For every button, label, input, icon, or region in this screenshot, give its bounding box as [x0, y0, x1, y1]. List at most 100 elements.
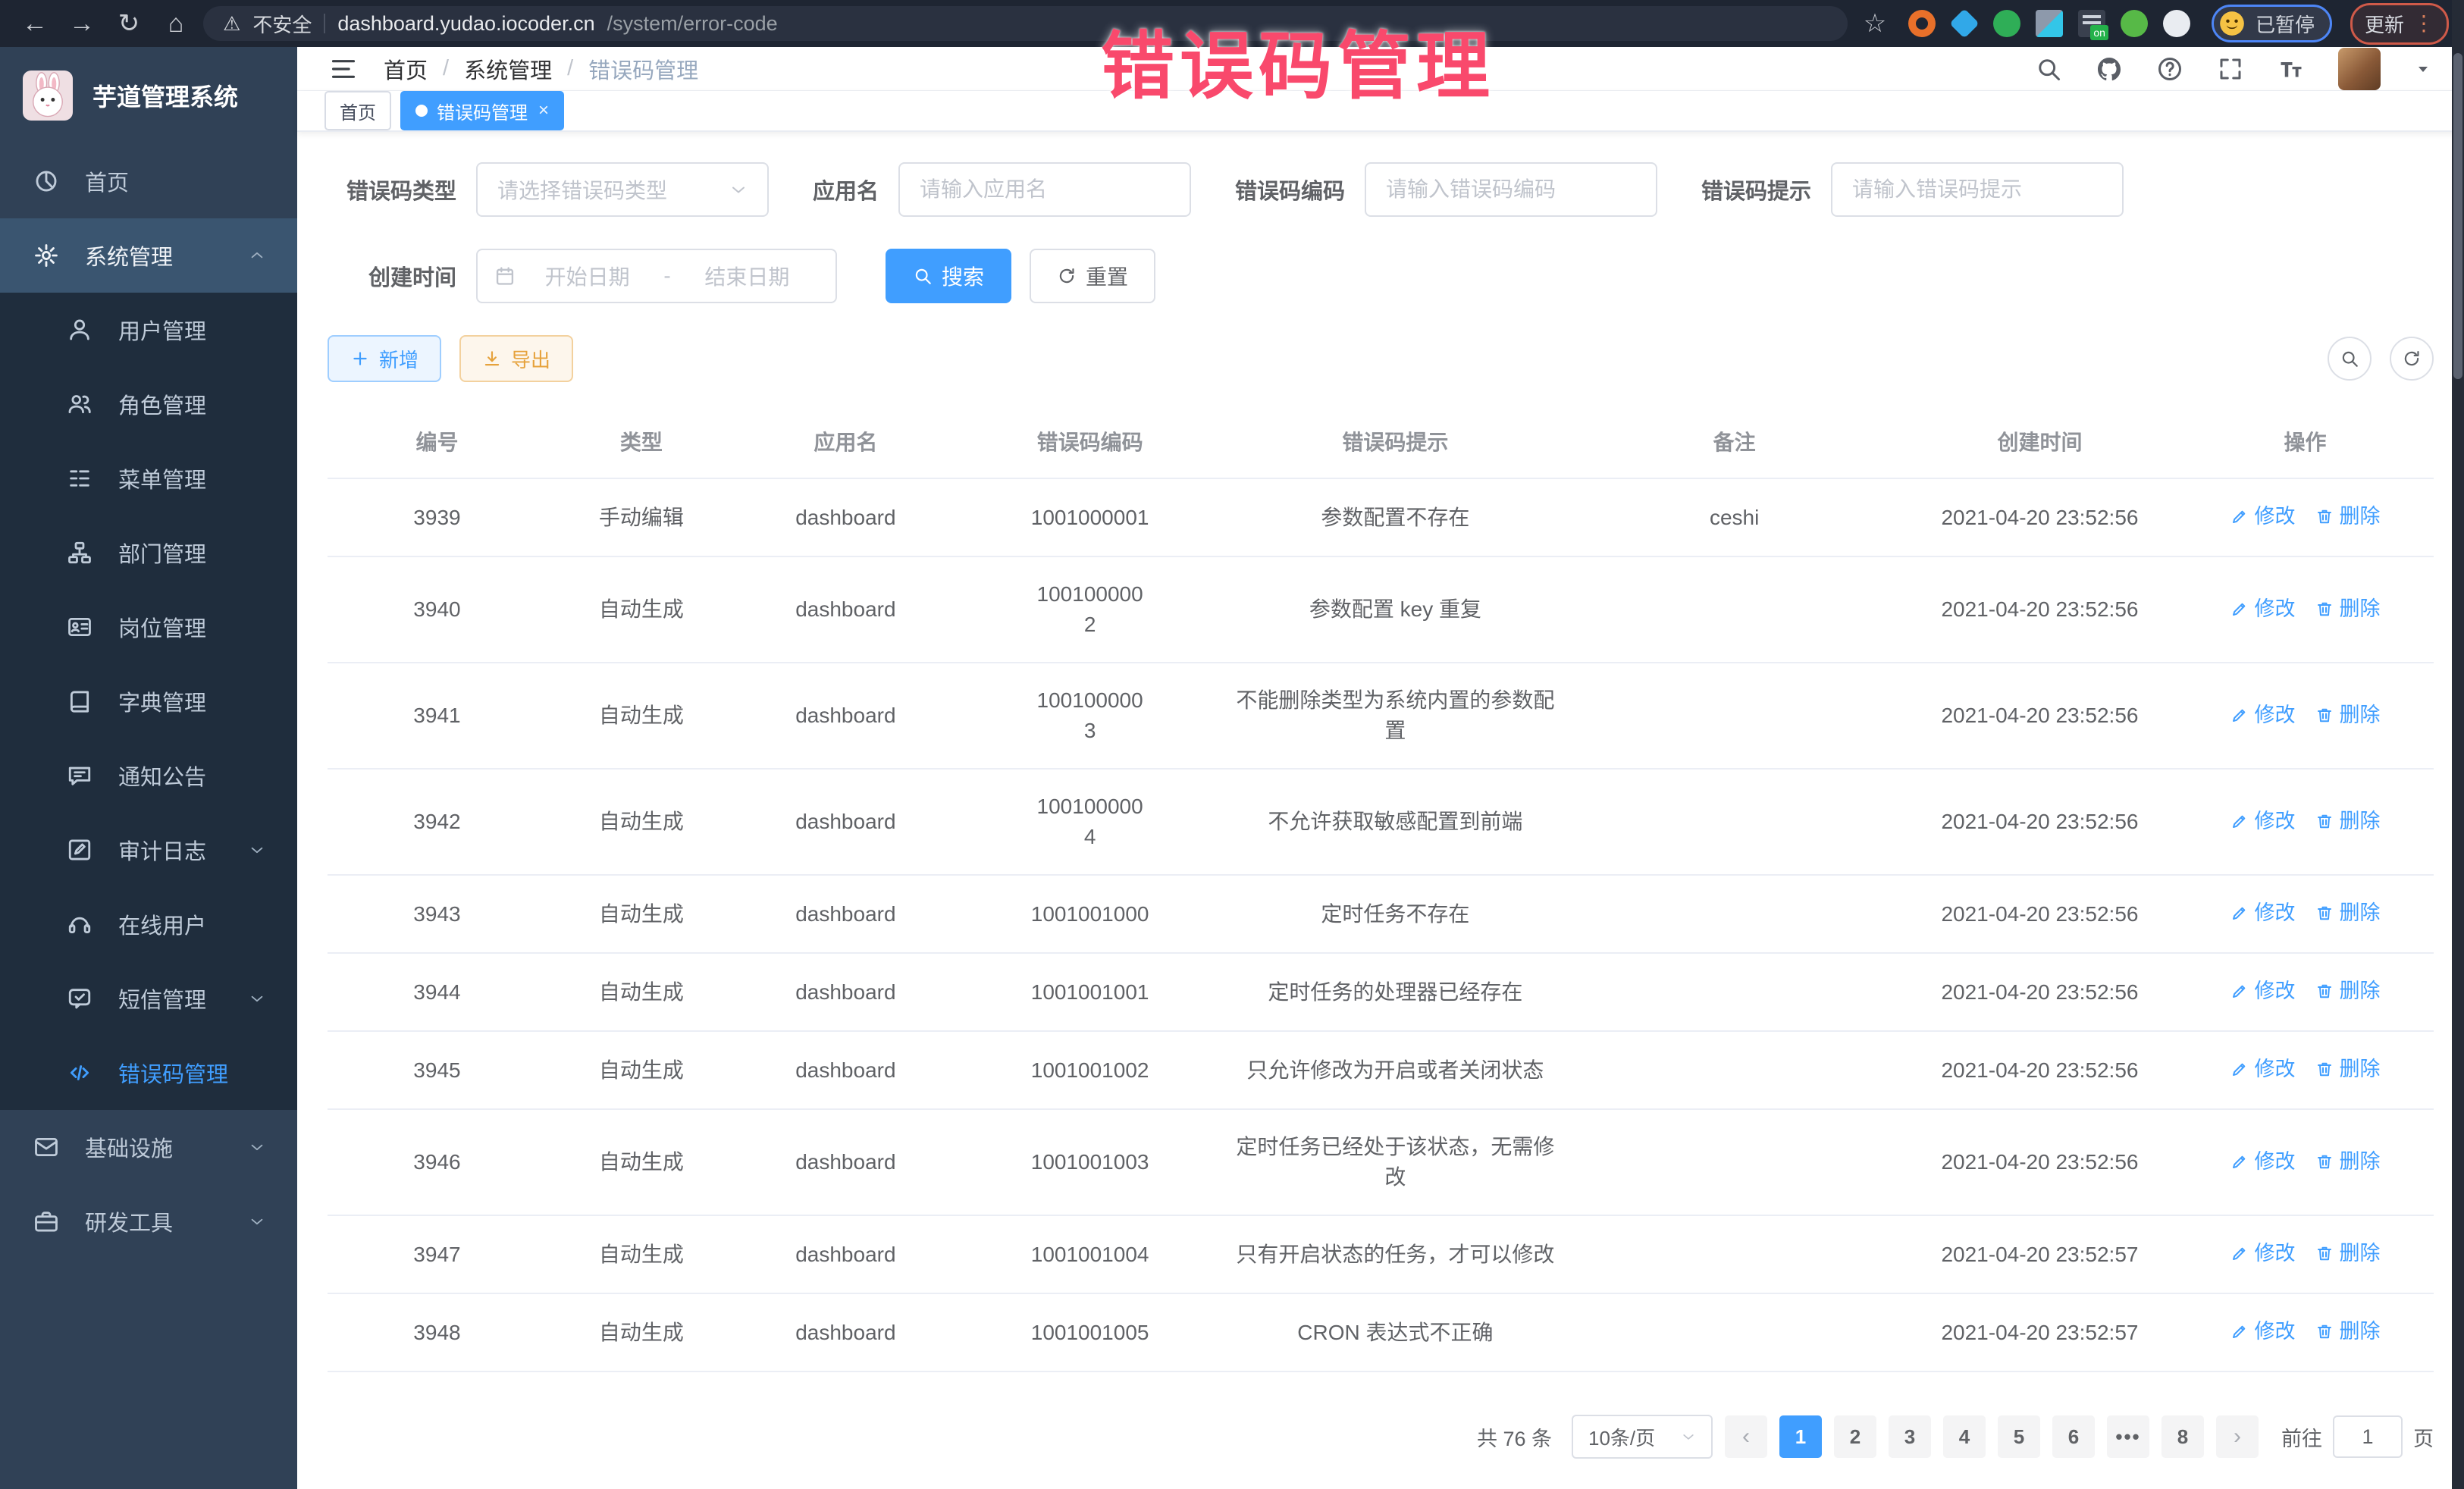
chevron-up-icon — [249, 247, 265, 264]
search-button[interactable]: 搜索 — [886, 249, 1011, 303]
scrollbar-thumb[interactable] — [2453, 53, 2462, 379]
profile-paused-badge[interactable]: 已暂停 — [2212, 5, 2332, 42]
sidebar-item-1[interactable]: 系统管理 — [0, 218, 297, 293]
sidebar-item-5[interactable]: 部门管理 — [0, 516, 297, 590]
help-icon[interactable] — [2156, 55, 2183, 83]
page-size-select[interactable]: 10条/页 — [1572, 1415, 1713, 1459]
sidebar-item-14[interactable]: 研发工具 — [0, 1184, 297, 1259]
page-button-2[interactable]: 2 — [1834, 1415, 1876, 1458]
reload-icon[interactable]: ↻ — [109, 6, 149, 41]
edit-button[interactable]: 修改 — [2230, 898, 2296, 928]
sidebar-item-9[interactable]: 审计日志 — [0, 813, 297, 887]
security-label[interactable]: 不安全 — [252, 10, 312, 38]
close-tag-icon[interactable]: × — [538, 100, 549, 121]
delete-button[interactable]: 删除 — [2315, 976, 2381, 1006]
delete-button[interactable]: 删除 — [2315, 1238, 2381, 1268]
delete-button[interactable]: 删除 — [2315, 700, 2381, 730]
delete-button[interactable]: 删除 — [2315, 1146, 2381, 1177]
browser-scrollbar[interactable] — [2452, 0, 2464, 1489]
date-range-picker[interactable]: 开始日期 - 结束日期 — [476, 249, 837, 303]
error-type-select[interactable]: 请选择错误码类型 — [476, 162, 769, 217]
goto-page-input[interactable] — [2333, 1415, 2403, 1458]
sidebar-item-8[interactable]: 通知公告 — [0, 738, 297, 813]
bookmark-star-icon[interactable]: ☆ — [1855, 6, 1895, 41]
edit-button[interactable]: 修改 — [2230, 1238, 2296, 1268]
sidebar-item-label: 研发工具 — [85, 1205, 173, 1237]
sidebar-item-6[interactable]: 岗位管理 — [0, 590, 297, 664]
github-icon[interactable] — [2096, 55, 2123, 83]
forward-icon[interactable]: → — [62, 6, 102, 41]
edit-button[interactable]: 修改 — [2230, 1146, 2296, 1177]
reset-button[interactable]: 重置 — [1030, 249, 1155, 303]
error-code-input[interactable] — [1365, 162, 1657, 217]
app-logo-row[interactable]: 芋道管理系统 — [0, 47, 297, 144]
user-avatar[interactable] — [2338, 48, 2381, 90]
hamburger-icon[interactable] — [329, 55, 358, 83]
home-icon[interactable]: ⌂ — [156, 6, 196, 41]
app-name-input[interactable] — [898, 162, 1191, 217]
back-icon[interactable]: ← — [15, 6, 55, 41]
breadcrumb-item[interactable]: 首页 — [384, 53, 428, 85]
sidebar-item-0[interactable]: 首页 — [0, 144, 297, 218]
page-button-5[interactable]: 5 — [1998, 1415, 2040, 1458]
fullscreen-icon[interactable] — [2217, 55, 2244, 83]
ext-tiles-icon[interactable] — [2036, 10, 2063, 37]
ext-puzzle-icon[interactable] — [2163, 10, 2190, 37]
caret-down-icon[interactable] — [2414, 60, 2432, 78]
update-button[interactable]: 更新 ⋮ — [2350, 3, 2449, 45]
sidebar-item-13[interactable]: 基础设施 — [0, 1110, 297, 1184]
delete-button[interactable]: 删除 — [2315, 806, 2381, 836]
refresh-table-button[interactable] — [2390, 337, 2434, 381]
delete-button[interactable]: 删除 — [2315, 501, 2381, 531]
sidebar-item-10[interactable]: 在线用户 — [0, 887, 297, 961]
page-button-6[interactable]: 6 — [2052, 1415, 2095, 1458]
breadcrumb: 首页/系统管理/错误码管理 — [384, 53, 698, 85]
ext-blue-gem-icon[interactable] — [1949, 8, 1980, 39]
kebab-menu-icon[interactable]: ⋮ — [2413, 13, 2434, 34]
next-page-button[interactable]: › — [2216, 1415, 2259, 1458]
tag-item[interactable]: 首页 — [324, 91, 391, 130]
sidebar-item-2[interactable]: 用户管理 — [0, 293, 297, 367]
sidebar-item-7[interactable]: 字典管理 — [0, 664, 297, 738]
page-button-3[interactable]: 3 — [1889, 1415, 1931, 1458]
ext-green-figure-icon[interactable] — [2121, 10, 2148, 37]
delete-button[interactable]: 删除 — [2315, 1054, 2381, 1084]
toggle-search-button[interactable] — [2328, 337, 2372, 381]
breadcrumb-item[interactable]: 系统管理 — [464, 53, 552, 85]
export-button[interactable]: 导出 — [459, 335, 573, 382]
ext-list-on-icon[interactable] — [2078, 10, 2105, 37]
add-button[interactable]: 新增 — [328, 335, 441, 382]
ext-green-check-icon[interactable] — [1993, 10, 2020, 37]
error-tip-input[interactable] — [1831, 162, 2124, 217]
page-button-8[interactable]: 8 — [2161, 1415, 2204, 1458]
edit-button[interactable]: 修改 — [2230, 1316, 2296, 1346]
cell-code: 100100000 3 — [955, 663, 1225, 769]
more-pages-button[interactable]: ••• — [2107, 1415, 2149, 1458]
cell-tip: 只允许修改为开启或者关闭状态 — [1224, 1031, 1566, 1109]
sidebar-item-4[interactable]: 菜单管理 — [0, 441, 297, 516]
page-button-4[interactable]: 4 — [1943, 1415, 1986, 1458]
address-bar[interactable]: ⚠ 不安全 dashboard.yudao.iocoder.cn /system… — [203, 6, 1848, 41]
edit-button[interactable]: 修改 — [2230, 700, 2296, 730]
edit-button[interactable]: 修改 — [2230, 806, 2296, 836]
cell-id: 3948 — [328, 1293, 547, 1371]
sidebar-item-3[interactable]: 角色管理 — [0, 367, 297, 441]
edit-button[interactable]: 修改 — [2230, 501, 2296, 531]
pencil-icon — [2230, 1152, 2249, 1171]
sidebar-item-12[interactable]: 错误码管理 — [0, 1036, 297, 1110]
delete-button[interactable]: 删除 — [2315, 1316, 2381, 1346]
edit-button[interactable]: 修改 — [2230, 594, 2296, 624]
tag-active[interactable]: 错误码管理× — [400, 91, 564, 130]
delete-button[interactable]: 删除 — [2315, 898, 2381, 928]
page-button-1[interactable]: 1 — [1779, 1415, 1822, 1458]
delete-button[interactable]: 删除 — [2315, 594, 2381, 624]
font-size-icon[interactable] — [2277, 55, 2305, 83]
ext-orange-ring-icon[interactable] — [1908, 10, 1936, 37]
sidebar-item-11[interactable]: 短信管理 — [0, 961, 297, 1036]
error-code-table: 编号类型应用名错误码编码错误码提示备注创建时间操作 3939手动编辑dashbo… — [328, 405, 2434, 1372]
prev-page-button[interactable]: ‹ — [1725, 1415, 1767, 1458]
cell-remark: ceshi — [1566, 478, 1902, 556]
header-search-icon[interactable] — [2035, 55, 2062, 83]
edit-button[interactable]: 修改 — [2230, 1054, 2296, 1084]
edit-button[interactable]: 修改 — [2230, 976, 2296, 1006]
